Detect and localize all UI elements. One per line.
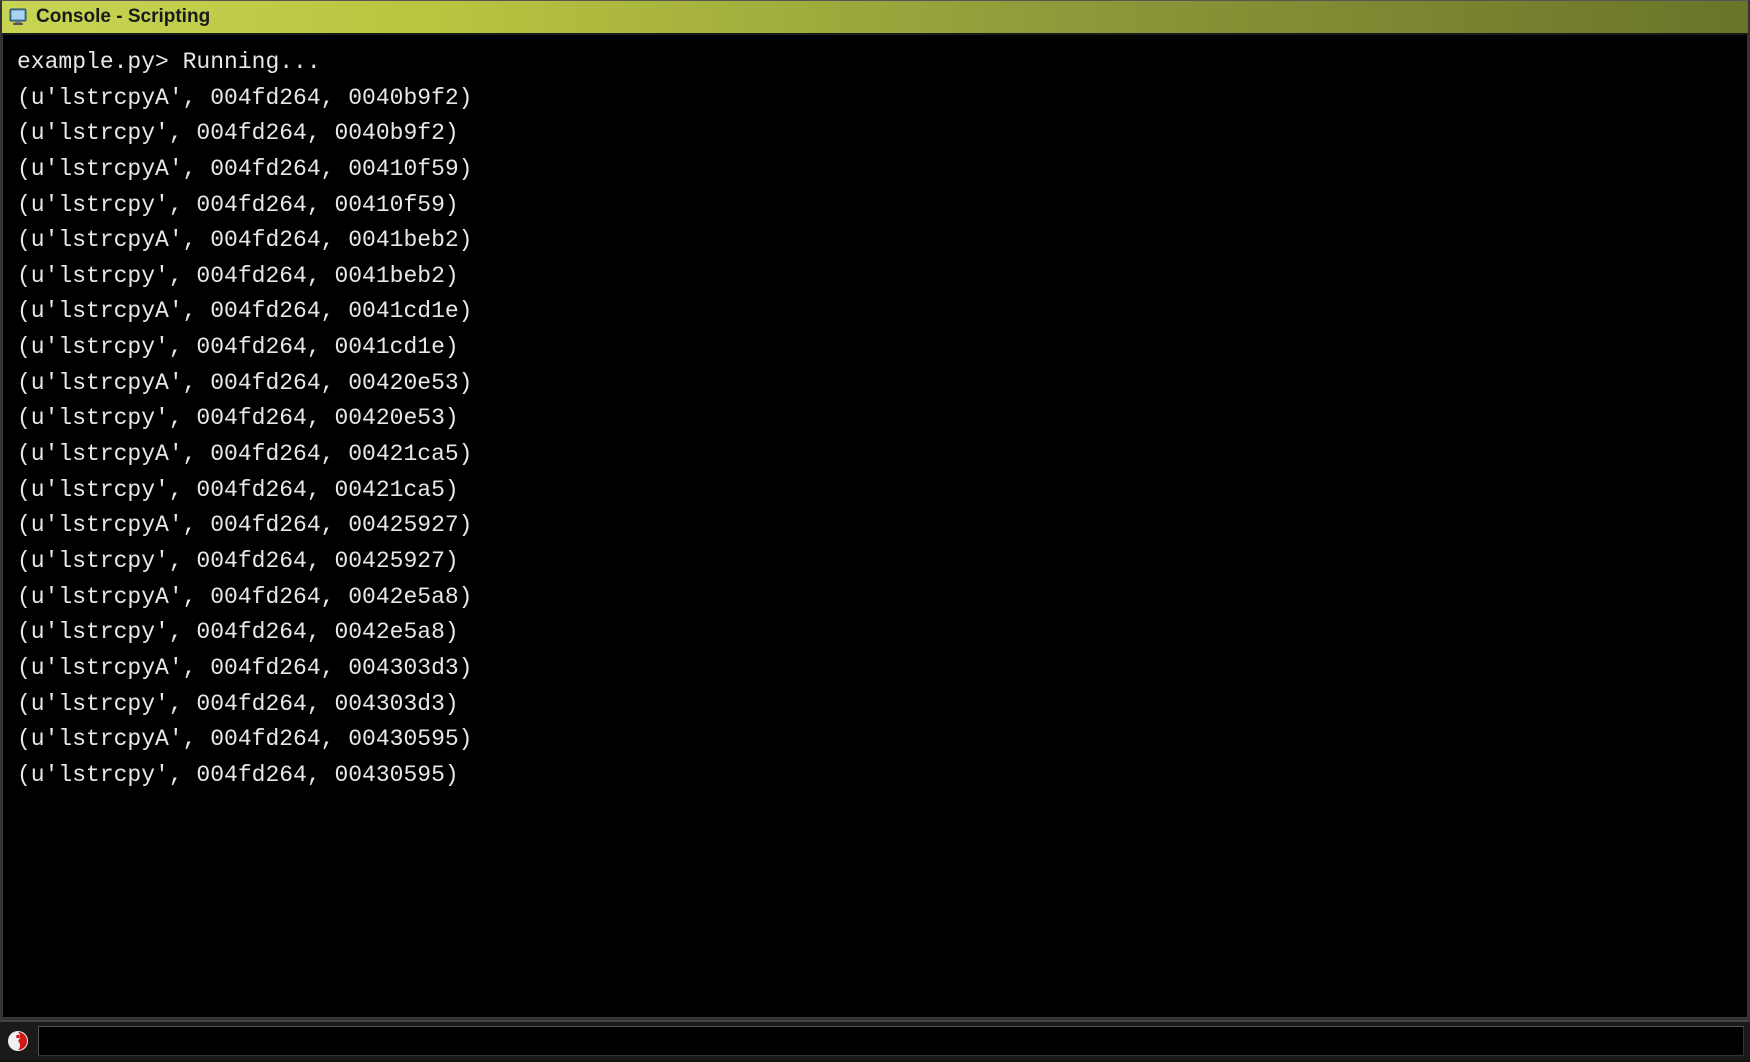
command-input[interactable] — [38, 1026, 1744, 1056]
console-line: (u'lstrcpy', 004fd264, 00430595) — [17, 758, 1733, 794]
console-line: (u'lstrcpyA', 004fd264, 0042e5a8) — [17, 580, 1733, 616]
console-line: (u'lstrcpyA', 004fd264, 00410f59) — [17, 152, 1733, 188]
console-line: (u'lstrcpy', 004fd264, 0041cd1e) — [17, 330, 1733, 366]
console-line: (u'lstrcpyA', 004fd264, 00425927) — [17, 508, 1733, 544]
console-output-area[interactable]: example.py> Running... (u'lstrcpyA', 004… — [2, 35, 1748, 1018]
title-bar: Console - Scripting — [2, 1, 1748, 35]
console-line: (u'lstrcpyA', 004fd264, 0040b9f2) — [17, 81, 1733, 117]
monitor-icon — [8, 7, 28, 27]
console-line: (u'lstrcpyA', 004fd264, 00421ca5) — [17, 437, 1733, 473]
console-line: (u'lstrcpy', 004fd264, 00420e53) — [17, 401, 1733, 437]
console-line: example.py> Running... — [17, 45, 1733, 81]
console-line: (u'lstrcpy', 004fd264, 0040b9f2) — [17, 116, 1733, 152]
console-line: (u'lstrcpy', 004fd264, 00421ca5) — [17, 473, 1733, 509]
console-line: (u'lstrcpy', 004fd264, 00410f59) — [17, 188, 1733, 224]
console-line: (u'lstrcpy', 004fd264, 0042e5a8) — [17, 615, 1733, 651]
console-panel: Console - Scripting example.py> Running.… — [0, 0, 1750, 1020]
console-line: (u'lstrcpyA', 004fd264, 0041beb2) — [17, 223, 1733, 259]
console-line: (u'lstrcpyA', 004fd264, 004303d3) — [17, 651, 1733, 687]
title-text: Console - Scripting — [36, 6, 210, 28]
console-line: (u'lstrcpyA', 004fd264, 00430595) — [17, 722, 1733, 758]
console-line: (u'lstrcpy', 004fd264, 00425927) — [17, 544, 1733, 580]
console-line: (u'lstrcpyA', 004fd264, 0041cd1e) — [17, 294, 1733, 330]
console-line: (u'lstrcpy', 004fd264, 0041beb2) — [17, 259, 1733, 295]
command-bar — [0, 1020, 1750, 1062]
console-line: (u'lstrcpy', 004fd264, 004303d3) — [17, 687, 1733, 723]
console-line: (u'lstrcpyA', 004fd264, 00420e53) — [17, 366, 1733, 402]
script-icon[interactable] — [6, 1029, 30, 1053]
